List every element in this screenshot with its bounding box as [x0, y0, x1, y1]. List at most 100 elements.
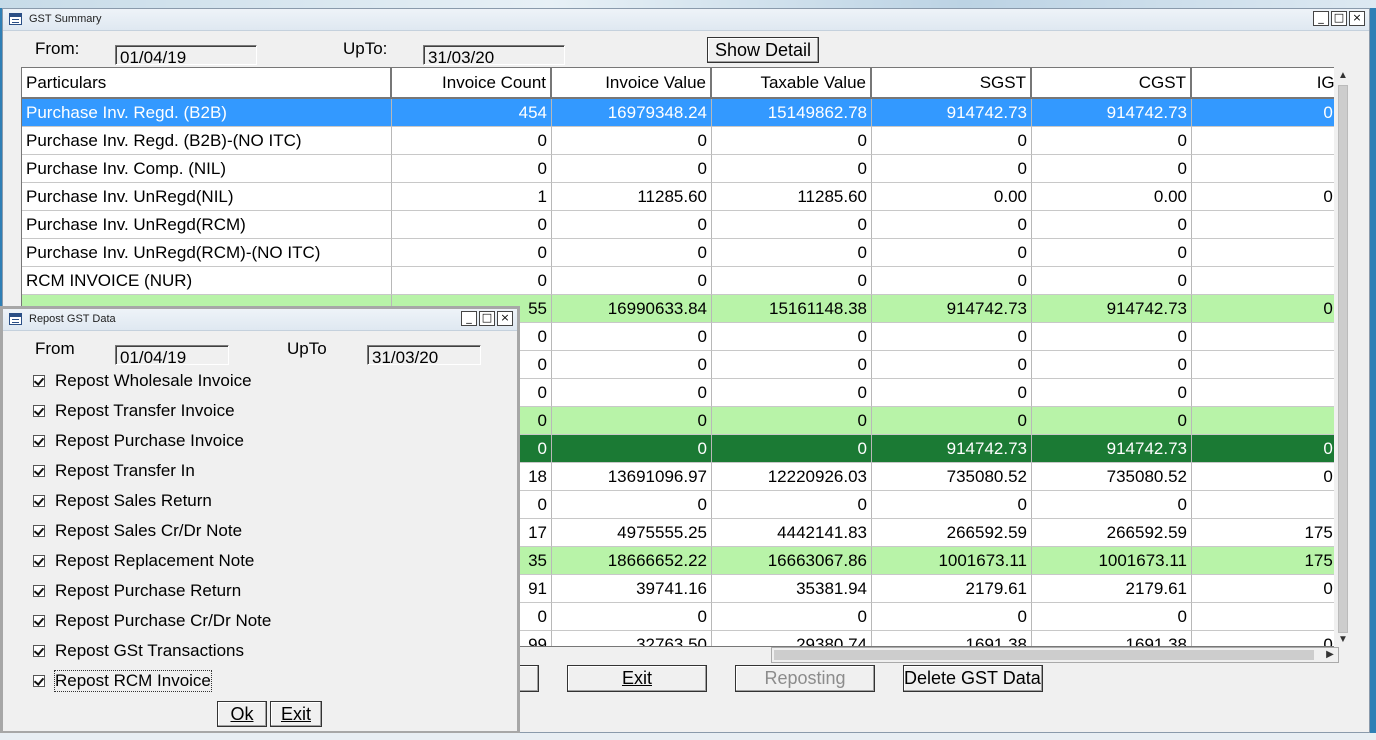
- repost-checkbox-row[interactable]: Repost Sales Return: [33, 489, 212, 513]
- checkbox-label: Repost Transfer Invoice: [55, 401, 235, 420]
- table-cell: 914742.73: [872, 99, 1032, 127]
- table-cell: 0: [712, 603, 872, 631]
- checkbox[interactable]: [33, 435, 45, 447]
- table-cell: 735080.52: [1032, 463, 1192, 491]
- table-cell: 0: [712, 435, 872, 463]
- table-cell: 0: [1032, 127, 1192, 155]
- horizontal-scroll-thumb[interactable]: [774, 650, 1314, 660]
- checkbox[interactable]: [33, 405, 45, 417]
- repost-checkbox-row[interactable]: Repost Transfer In: [33, 459, 195, 483]
- taskbar-strip: [0, 733, 1376, 740]
- table-cell: 0.0: [1192, 183, 1350, 211]
- table-cell: 13691096.97: [552, 463, 712, 491]
- table-cell: [1192, 155, 1350, 183]
- table-row[interactable]: Purchase Inv. UnRegd(NIL) 1 11285.60 11285.…: [22, 183, 1350, 211]
- exit-button[interactable]: Exit: [567, 665, 707, 692]
- repost-checkbox-row[interactable]: Repost Purchase Return: [33, 579, 241, 603]
- table-cell: 0.0: [1192, 575, 1350, 603]
- title-bar[interactable]: GST Summary _ □ ×: [3, 9, 1369, 31]
- table-cell: 266592.59: [872, 519, 1032, 547]
- dialog-upto-label: UpTo: [287, 339, 327, 358]
- vertical-scrollbar[interactable]: ▲ ▼: [1334, 67, 1352, 651]
- delete-gst-data-button[interactable]: Delete GST Data: [903, 665, 1043, 692]
- table-cell: 0: [712, 491, 872, 519]
- table-cell: 2179.61: [1032, 575, 1192, 603]
- checkbox-label: Repost RCM Invoice: [54, 670, 212, 692]
- column-header[interactable]: Particulars: [22, 68, 392, 99]
- repost-checkbox-row[interactable]: Repost Replacement Note: [33, 549, 254, 573]
- scroll-right-icon[interactable]: ▶: [1323, 648, 1337, 662]
- table-cell: Purchase Inv. UnRegd(RCM): [22, 211, 392, 239]
- repost-checkbox-row[interactable]: Repost Purchase Invoice: [33, 429, 244, 453]
- checkbox[interactable]: [33, 555, 45, 567]
- dialog-title-bar[interactable]: Repost GST Data _ □ ×: [3, 309, 517, 331]
- checkbox[interactable]: [33, 585, 45, 597]
- dialog-maximize-button[interactable]: □: [479, 311, 495, 326]
- table-row[interactable]: Purchase Inv. Regd. (B2B)-(NO ITC) 0 0 0 0 0: [22, 127, 1350, 155]
- checkbox[interactable]: [33, 645, 45, 657]
- table-cell: 0: [712, 127, 872, 155]
- checkbox-label: Repost GSt Transactions: [55, 641, 244, 660]
- scroll-down-icon[interactable]: ▼: [1336, 633, 1350, 647]
- table-row[interactable]: RCM INVOICE (NUR) 0 0 0 0 0: [22, 267, 1350, 295]
- repost-checkbox-row[interactable]: Repost RCM Invoice: [33, 669, 212, 693]
- show-detail-button[interactable]: Show Detail: [707, 37, 819, 63]
- table-cell: 1691.38: [1032, 631, 1192, 646]
- maximize-button[interactable]: □: [1331, 11, 1347, 26]
- table-cell: 29380.74: [712, 631, 872, 646]
- horizontal-scrollbar[interactable]: ▶: [771, 647, 1339, 663]
- repost-gst-data-dialog: Repost GST Data _ □ × From 01/04/19 UpTo…: [0, 306, 520, 734]
- checkbox[interactable]: [33, 465, 45, 477]
- dialog-from-label: From: [35, 339, 75, 358]
- column-header[interactable]: SGST: [872, 68, 1032, 99]
- table-cell: 39741.16: [552, 575, 712, 603]
- column-header[interactable]: Taxable Value: [712, 68, 872, 99]
- table-row[interactable]: Purchase Inv. Regd. (B2B) 454 16979348.24 1…: [22, 99, 1350, 127]
- repost-checkbox-row[interactable]: Repost Transfer Invoice: [33, 399, 235, 423]
- checkbox[interactable]: [33, 375, 45, 387]
- table-cell: 0: [1032, 491, 1192, 519]
- table-row[interactable]: Purchase Inv. UnRegd(RCM) 0 0 0 0 0: [22, 211, 1350, 239]
- dialog-upto-date-field[interactable]: 31/03/20: [367, 345, 481, 365]
- table-cell: 0: [392, 155, 552, 183]
- close-button[interactable]: ×: [1349, 11, 1365, 26]
- scroll-up-icon[interactable]: ▲: [1336, 69, 1350, 83]
- column-header[interactable]: Invoice Count: [392, 68, 552, 99]
- table-cell: 0: [1032, 239, 1192, 267]
- column-header[interactable]: IGS: [1192, 68, 1350, 99]
- table-cell: 0: [872, 323, 1032, 351]
- checkbox[interactable]: [33, 495, 45, 507]
- repost-checkbox-row[interactable]: Repost Sales Cr/Dr Note: [33, 519, 242, 543]
- from-date-field[interactable]: 01/04/19: [115, 45, 257, 65]
- checkbox[interactable]: [33, 615, 45, 627]
- checkbox-label: Repost Sales Return: [55, 491, 212, 510]
- column-header[interactable]: Invoice Value: [552, 68, 712, 99]
- column-header[interactable]: CGST: [1032, 68, 1192, 99]
- table-cell: [1192, 239, 1350, 267]
- upto-date-field[interactable]: 31/03/20: [423, 45, 565, 65]
- dialog-close-button[interactable]: ×: [497, 311, 513, 326]
- table-cell: 175.7: [1192, 519, 1350, 547]
- table-cell: 0.0: [1192, 99, 1350, 127]
- checkbox[interactable]: [33, 675, 45, 687]
- table-cell: 0: [872, 239, 1032, 267]
- checkbox[interactable]: [33, 525, 45, 537]
- checkbox-label: Repost Purchase Invoice: [55, 431, 244, 450]
- table-row[interactable]: Purchase Inv. Comp. (NIL) 0 0 0 0 0: [22, 155, 1350, 183]
- ok-button[interactable]: Ok: [217, 701, 267, 727]
- vertical-scroll-thumb[interactable]: [1338, 85, 1348, 633]
- table-cell: 0: [872, 379, 1032, 407]
- minimize-button[interactable]: _: [1313, 11, 1329, 26]
- table-row[interactable]: Purchase Inv. UnRegd(RCM)-(NO ITC) 0 0 0 0 0: [22, 239, 1350, 267]
- table-cell: 0: [392, 211, 552, 239]
- table-cell: 0: [552, 407, 712, 435]
- table-cell: 0: [552, 239, 712, 267]
- repost-checkbox-row[interactable]: Repost GSt Transactions: [33, 639, 244, 663]
- repost-checkbox-row[interactable]: Repost Wholesale Invoice: [33, 369, 252, 393]
- dialog-from-date-field[interactable]: 01/04/19: [115, 345, 229, 365]
- dialog-minimize-button[interactable]: _: [461, 311, 477, 326]
- dialog-exit-button[interactable]: Exit: [270, 701, 322, 727]
- table-cell: 0.00: [872, 183, 1032, 211]
- repost-checkbox-row[interactable]: Repost Purchase Cr/Dr Note: [33, 609, 271, 633]
- table-cell: 0: [872, 351, 1032, 379]
